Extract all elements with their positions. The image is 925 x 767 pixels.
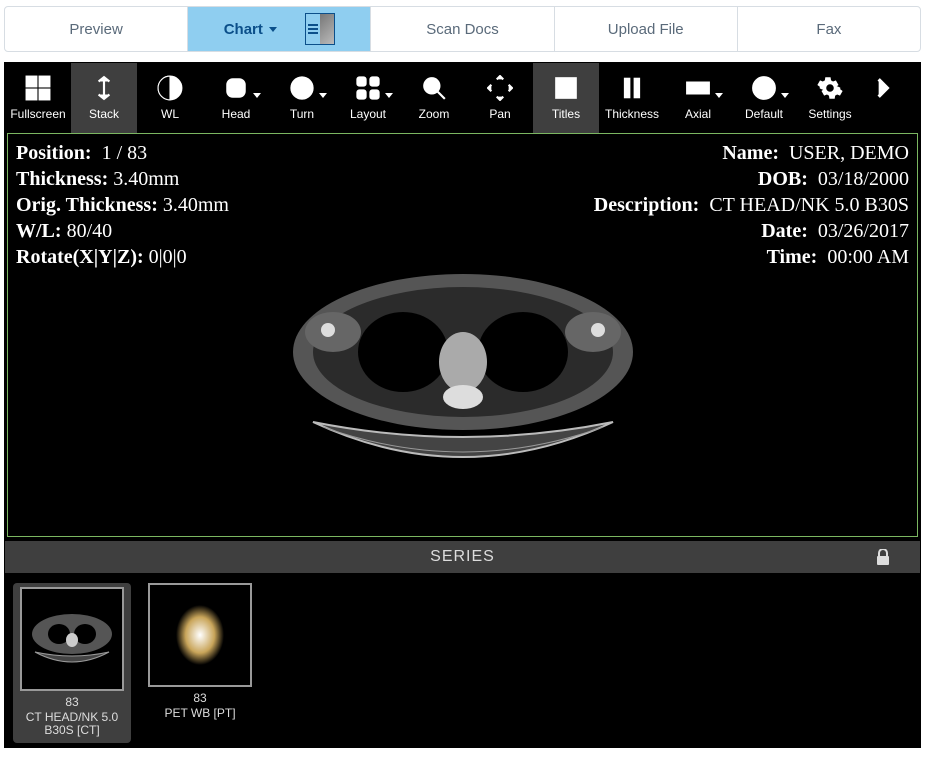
toolbar-label: Fullscreen — [10, 107, 65, 121]
thumbnail-image — [148, 583, 252, 687]
tab-label: Chart — [224, 21, 263, 38]
toolbar-label: Head — [222, 107, 251, 121]
toolbar-label: Axial — [685, 107, 711, 121]
rotate-value: 0|0|0 — [149, 246, 187, 268]
dob-value: 03/18/2000 — [818, 168, 909, 190]
zoom-icon — [421, 75, 447, 101]
stack-icon — [91, 75, 117, 101]
position-value: 1 / 83 — [102, 142, 148, 164]
caret-down-icon — [253, 93, 261, 98]
chevron-right-icon — [870, 75, 896, 101]
fullscreen-icon — [25, 75, 51, 101]
name-label: Name: — [722, 142, 779, 164]
pan-icon — [487, 75, 513, 101]
thickness-button[interactable]: Thickness — [599, 63, 665, 133]
tab-label: Preview — [69, 21, 122, 38]
dob-label: DOB: — [758, 168, 808, 190]
orig-thickness-value: 3.40mm — [163, 194, 229, 216]
fullscreen-button[interactable]: Fullscreen — [5, 63, 71, 133]
series-thumbnails: 83 CT HEAD/NK 5.0 B30S [CT] 83 PET WB [P… — [5, 573, 920, 747]
ct-slice-image — [273, 252, 653, 482]
top-tab-bar: Preview Chart Scan Docs Upload File Fax — [4, 6, 921, 52]
axial-icon — [685, 75, 711, 101]
caret-down-icon — [385, 93, 393, 98]
more-button[interactable] — [863, 63, 903, 133]
titles-button[interactable]: T Titles — [533, 63, 599, 133]
orig-thickness-label: Orig. Thickness: — [16, 194, 158, 216]
tab-label: Fax — [816, 21, 841, 38]
thumbnail-name: CT HEAD/NK 5.0 B30S [CT] — [13, 711, 131, 737]
gear-icon — [817, 75, 843, 101]
toolbar-label: Turn — [290, 107, 314, 121]
toolbar-label: WL — [161, 107, 179, 121]
series-header[interactable]: SERIES — [5, 541, 920, 573]
toolbar-label: Thickness — [605, 107, 659, 121]
globe-icon — [289, 75, 315, 101]
contrast-icon — [157, 75, 183, 101]
thumbnail-count: 83 — [13, 695, 131, 709]
thickness-label: Thickness: — [16, 168, 108, 190]
layout-button[interactable]: Layout — [335, 63, 401, 133]
axial-button[interactable]: Axial — [665, 63, 731, 133]
name-value: USER, DEMO — [789, 142, 909, 164]
caret-down-icon — [269, 27, 277, 32]
position-label: Position: — [16, 142, 92, 164]
time-label: Time: — [767, 246, 818, 268]
time-value: 00:00 AM — [827, 246, 909, 268]
description-label: Description: — [594, 194, 700, 216]
thickness-value: 3.40mm — [113, 168, 179, 190]
toolbar-label: Pan — [489, 107, 510, 121]
description-value: CT HEAD/NK 5.0 B30S — [709, 194, 909, 216]
toolbar-label: Zoom — [419, 107, 450, 121]
overlay-right: Name: USER, DEMO DOB: 03/18/2000 Descrip… — [594, 140, 909, 270]
thumbnail-image — [20, 587, 124, 691]
thumbnail-count: 83 — [145, 691, 255, 705]
thumbnail-name: PET WB [PT] — [145, 707, 255, 720]
tab-fax[interactable]: Fax — [738, 7, 920, 51]
date-value: 03/26/2017 — [818, 220, 909, 242]
wl-label: W/L: — [16, 220, 62, 242]
viewer: Fullscreen Stack WL Head T — [4, 62, 921, 748]
wl-button[interactable]: WL — [137, 63, 203, 133]
head-icon — [223, 75, 249, 101]
rotate-label: Rotate(X|Y|Z): — [16, 246, 144, 268]
viewer-toolbar: Fullscreen Stack WL Head T — [5, 63, 920, 133]
stack-button[interactable]: Stack — [71, 63, 137, 133]
series-label: SERIES — [430, 548, 495, 566]
turn-button[interactable]: Turn — [269, 63, 335, 133]
toolbar-label: Stack — [89, 107, 119, 121]
toolbar-label — [881, 107, 884, 121]
lock-icon — [876, 549, 890, 570]
tab-upload-file[interactable]: Upload File — [555, 7, 738, 51]
wl-value: 80/40 — [67, 220, 113, 242]
layout-icon — [355, 75, 381, 101]
tab-scan-docs[interactable]: Scan Docs — [371, 7, 554, 51]
toolbar-label: Layout — [350, 107, 386, 121]
clock-icon — [751, 75, 777, 101]
caret-down-icon — [781, 93, 789, 98]
tab-label: Scan Docs — [426, 21, 499, 38]
zoom-button[interactable]: Zoom — [401, 63, 467, 133]
tab-label: Upload File — [608, 21, 684, 38]
pan-button[interactable]: Pan — [467, 63, 533, 133]
tab-preview[interactable]: Preview — [5, 7, 188, 51]
overlay-left: Position: 1 / 83 Thickness: 3.40mm Orig.… — [16, 140, 229, 270]
toolbar-label: Default — [745, 107, 783, 121]
titles-icon: T — [553, 75, 579, 101]
head-button[interactable]: Head — [203, 63, 269, 133]
caret-down-icon — [715, 93, 723, 98]
series-thumbnail[interactable]: 83 CT HEAD/NK 5.0 B30S [CT] — [13, 583, 131, 743]
settings-button[interactable]: Settings — [797, 63, 863, 133]
toolbar-label: Settings — [808, 107, 851, 121]
tab-chart[interactable]: Chart — [188, 7, 371, 51]
date-label: Date: — [761, 220, 808, 242]
default-button[interactable]: Default — [731, 63, 797, 133]
caret-down-icon — [319, 93, 327, 98]
thickness-icon — [619, 75, 645, 101]
toolbar-label: Titles — [552, 107, 580, 121]
series-thumbnail[interactable]: 83 PET WB [PT] — [145, 583, 255, 743]
image-viewport[interactable]: Position: 1 / 83 Thickness: 3.40mm Orig.… — [7, 133, 918, 537]
svg-text:T: T — [561, 80, 570, 97]
chart-thumbnail-icon — [305, 13, 335, 45]
